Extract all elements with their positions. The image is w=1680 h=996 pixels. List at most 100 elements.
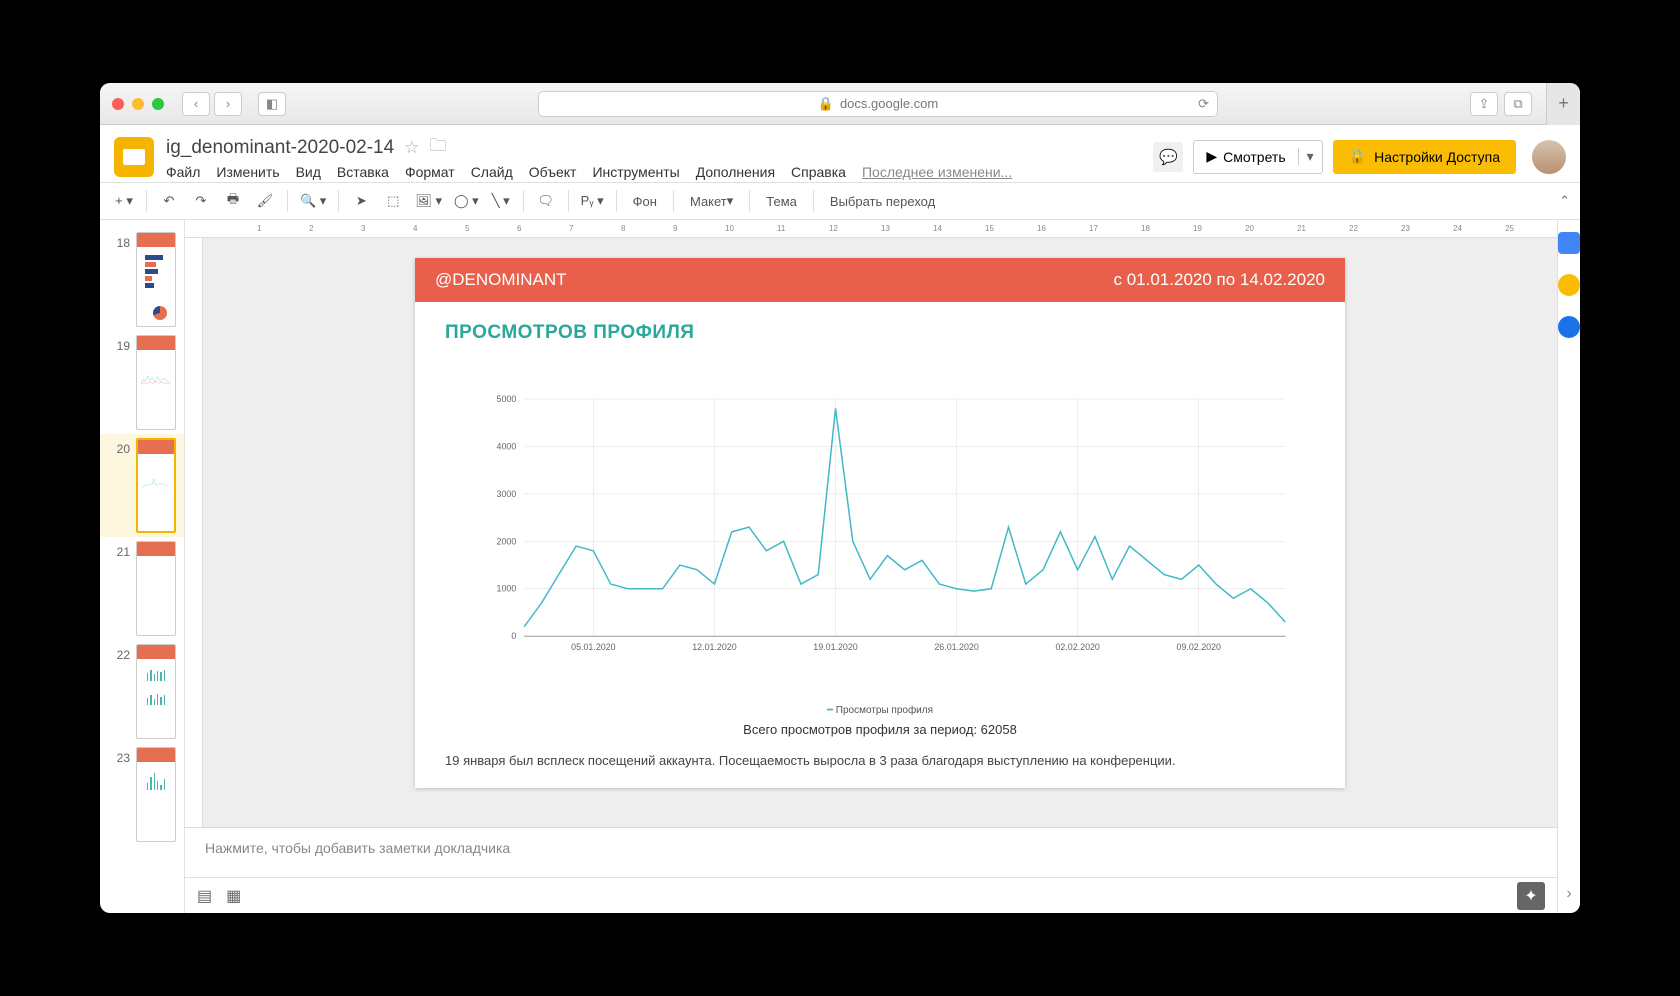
line-tool[interactable]: ╲ ▾: [487, 187, 515, 215]
print-button[interactable]: 🖶: [219, 187, 247, 215]
comments-button[interactable]: 💬: [1153, 142, 1183, 172]
explore-button[interactable]: ✦: [1517, 882, 1545, 910]
zoom-button[interactable]: 🔍 ▾: [296, 187, 330, 215]
textbox-tool[interactable]: ⬚: [379, 187, 407, 215]
move-folder-icon[interactable]: 🗀: [429, 133, 446, 162]
new-tab-button[interactable]: +: [1546, 83, 1580, 125]
keep-icon[interactable]: [1558, 274, 1580, 296]
maximize-button[interactable]: [152, 98, 164, 110]
transition-button[interactable]: Выбрать переход: [822, 187, 943, 215]
side-panel: ›: [1557, 220, 1580, 913]
line-chart: 01000200030004000500005.01.202012.01.202…: [455, 354, 1305, 701]
account-avatar[interactable]: [1532, 140, 1566, 174]
minimize-button[interactable]: [132, 98, 144, 110]
svg-text:26.01.2020: 26.01.2020: [934, 642, 978, 652]
sidebar-toggle-button[interactable]: ◧: [258, 92, 286, 116]
svg-text:19.01.2020: 19.01.2020: [813, 642, 857, 652]
share-icon[interactable]: ⇪: [1470, 92, 1498, 116]
slide-thumbnail[interactable]: 19: [100, 331, 184, 434]
side-panel-expand-icon[interactable]: ›: [1566, 885, 1571, 913]
svg-text:0: 0: [511, 631, 516, 641]
chart-legend: Просмотры профиля: [836, 705, 933, 716]
calendar-icon[interactable]: [1558, 232, 1580, 254]
slide-thumbnail[interactable]: 22: [100, 640, 184, 743]
svg-text:5000: 5000: [497, 394, 517, 404]
slide-number: 18: [108, 232, 130, 250]
menu-format[interactable]: Формат: [405, 164, 455, 180]
slide-thumbnail[interactable]: 20: [100, 434, 184, 537]
select-tool[interactable]: ➤: [347, 187, 375, 215]
menu-file[interactable]: Файл: [166, 164, 200, 180]
last-edit-link[interactable]: Последнее изменени...: [862, 164, 1012, 180]
svg-text:3000: 3000: [497, 489, 517, 499]
window-controls: [112, 98, 164, 110]
filmstrip[interactable]: 18 19 20 21 22 23: [100, 220, 185, 913]
menu-slide[interactable]: Слайд: [471, 164, 513, 180]
back-button[interactable]: ‹: [182, 92, 210, 116]
slide-canvas[interactable]: @DENOMINANT с 01.01.2020 по 14.02.2020 П…: [415, 258, 1345, 788]
slides-app: ig_denominant-2020-02-14 ☆ 🗀 Файл Измени…: [100, 125, 1580, 913]
menu-view[interactable]: Вид: [296, 164, 321, 180]
bottom-bar: ▤ ▦ ✦: [185, 877, 1557, 913]
slide-handle: @DENOMINANT: [435, 270, 567, 290]
tabs-icon[interactable]: ⧉: [1504, 92, 1532, 116]
star-icon[interactable]: ☆: [404, 138, 419, 158]
slides-logo-icon[interactable]: [114, 137, 154, 177]
slide-commentary: 19 января был всплеск посещений аккаунта…: [415, 753, 1345, 788]
slide-number: 20: [108, 438, 130, 456]
svg-text:05.01.2020: 05.01.2020: [571, 642, 615, 652]
theme-button[interactable]: Тема: [758, 187, 805, 215]
forward-button[interactable]: ›: [214, 92, 242, 116]
lock-icon: 🔒: [1349, 148, 1366, 165]
tasks-icon[interactable]: [1558, 316, 1580, 338]
paint-format-button[interactable]: 🖌: [251, 187, 279, 215]
slide-thumbnail[interactable]: 21: [100, 537, 184, 640]
address-bar[interactable]: 🔒 docs.google.com ⟳: [538, 91, 1218, 117]
svg-text:1000: 1000: [497, 584, 517, 594]
chart-container: 01000200030004000500005.01.202012.01.202…: [415, 354, 1345, 753]
comment-tool[interactable]: 🗨: [532, 187, 560, 215]
collapse-toolbar-icon[interactable]: ⌃: [1559, 193, 1570, 209]
menu-addons[interactable]: Дополнения: [696, 164, 775, 180]
share-button[interactable]: 🔒 Настройки Доступа: [1333, 140, 1516, 174]
slide-thumbnail[interactable]: 23: [100, 743, 184, 846]
image-tool[interactable]: 🖼 ▾: [411, 187, 446, 215]
svg-text:12.01.2020: 12.01.2020: [692, 642, 736, 652]
lock-icon: 🔒: [818, 96, 834, 112]
url-text: docs.google.com: [840, 96, 938, 111]
script-indicator[interactable]: Рᵧ ▾: [577, 187, 608, 215]
reload-icon[interactable]: ⟳: [1198, 96, 1209, 112]
shape-tool[interactable]: ◯ ▾: [450, 187, 483, 215]
toolbar: + ▾ ↶ ↷ 🖶 🖌 🔍 ▾ ➤ ⬚ 🖼 ▾ ◯ ▾ ╲ ▾ 🗨 Рᵧ ▾ Ф…: [100, 182, 1580, 220]
share-label: Настройки Доступа: [1374, 149, 1500, 165]
present-button[interactable]: ▶ Смотреть ▾: [1193, 140, 1322, 174]
new-slide-button[interactable]: + ▾: [110, 187, 138, 215]
filmstrip-view-icon[interactable]: ▤: [197, 886, 212, 906]
layout-button[interactable]: Макет ▾: [682, 187, 741, 215]
redo-button[interactable]: ↷: [187, 187, 215, 215]
canvas-area: 1234567891011121314151617181920212223242…: [185, 220, 1557, 913]
menu-object[interactable]: Объект: [529, 164, 577, 180]
safari-window: ‹ › ◧ 🔒 docs.google.com ⟳ ⇪ ⧉ + ig_denom…: [100, 83, 1580, 913]
menu-help[interactable]: Справка: [791, 164, 846, 180]
close-button[interactable]: [112, 98, 124, 110]
slide-number: 23: [108, 747, 130, 765]
present-icon: ▶: [1206, 148, 1217, 165]
present-dropdown[interactable]: ▾: [1298, 148, 1322, 165]
document-title[interactable]: ig_denominant-2020-02-14: [166, 137, 394, 159]
undo-button[interactable]: ↶: [155, 187, 183, 215]
menu-insert[interactable]: Вставка: [337, 164, 389, 180]
grid-view-icon[interactable]: ▦: [226, 886, 241, 906]
slide-thumbnail[interactable]: 18: [100, 228, 184, 331]
menu-edit[interactable]: Изменить: [216, 164, 279, 180]
slide-date-range: с 01.01.2020 по 14.02.2020: [1114, 270, 1326, 290]
menu-tools[interactable]: Инструменты: [592, 164, 679, 180]
background-button[interactable]: Фон: [625, 187, 665, 215]
ruler-vertical: [185, 238, 203, 827]
present-label: Смотреть: [1223, 149, 1285, 165]
slide-header: @DENOMINANT с 01.01.2020 по 14.02.2020: [415, 258, 1345, 302]
slide-number: 22: [108, 644, 130, 662]
speaker-notes[interactable]: Нажмите, чтобы добавить заметки докладчи…: [185, 827, 1557, 877]
chart-total-caption: Всего просмотров профиля за период: 6205…: [455, 716, 1305, 743]
safari-toolbar: ‹ › ◧ 🔒 docs.google.com ⟳ ⇪ ⧉ +: [100, 83, 1580, 125]
